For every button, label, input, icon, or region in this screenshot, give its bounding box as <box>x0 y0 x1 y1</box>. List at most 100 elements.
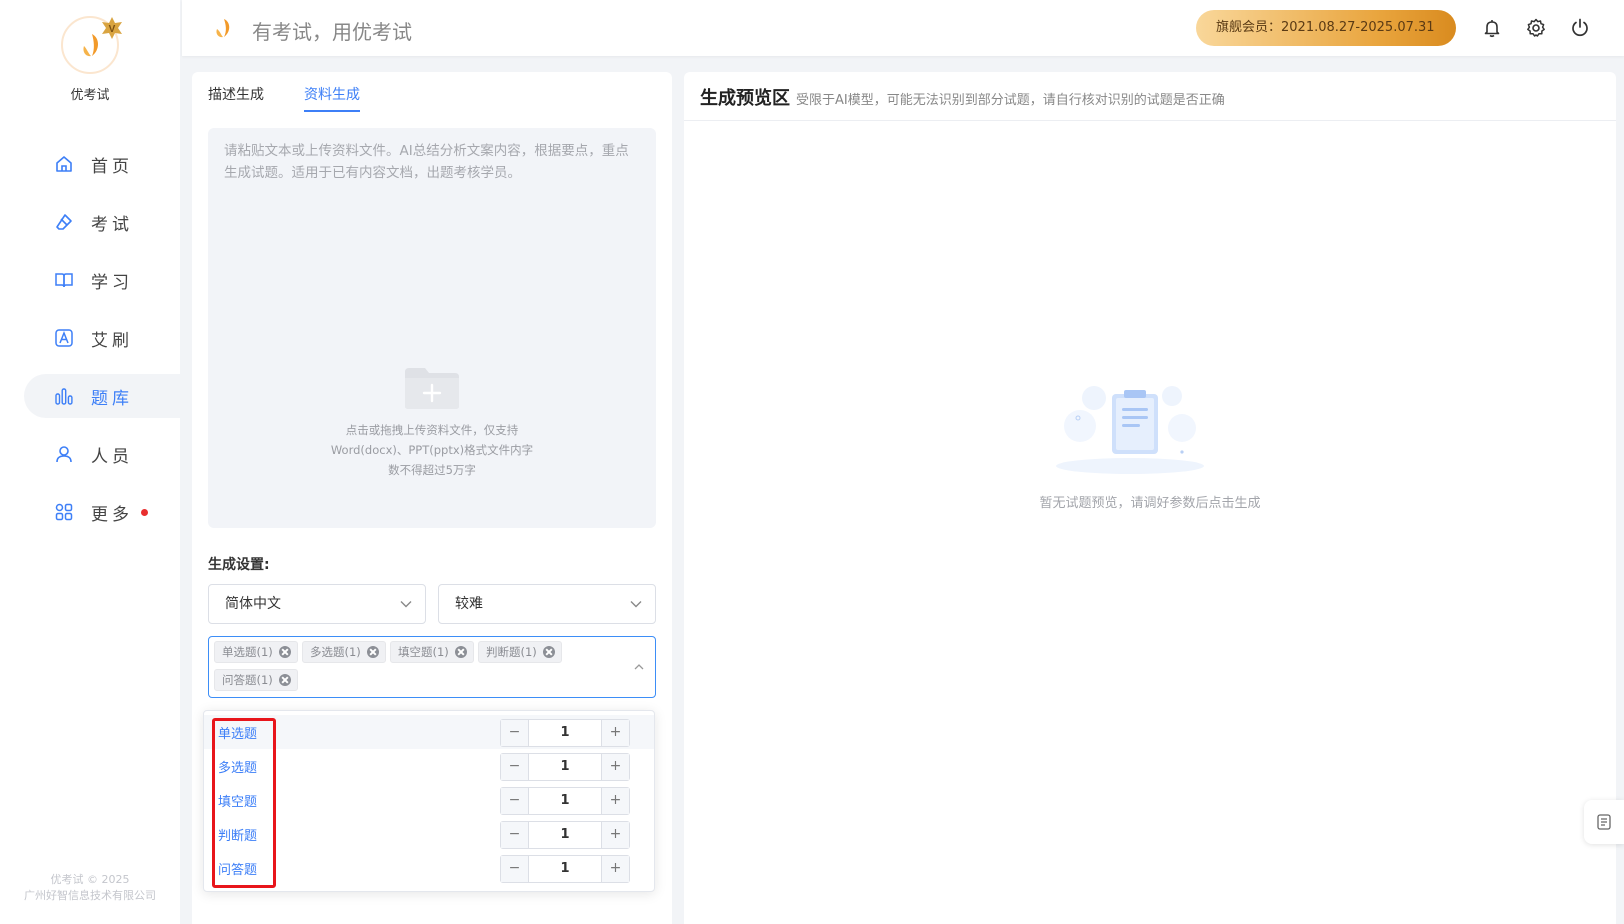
bar-chart-icon <box>55 388 73 405</box>
power-icon[interactable] <box>1570 18 1590 38</box>
home-icon <box>56 156 72 172</box>
nav-item-question-bank[interactable]: 题库 <box>24 374 180 418</box>
upload-folder-icon[interactable] <box>403 364 461 410</box>
tag-label: 填空题(1) <box>398 645 449 659</box>
empty-state-text: 暂无试题预览，请调好参数后点击生成 <box>1039 496 1261 511</box>
settings-label: 生成设置: <box>208 557 270 573</box>
apps-icon <box>55 503 73 521</box>
quantity-input[interactable]: 1 <box>529 822 601 848</box>
decrement-button[interactable]: − <box>501 788 529 814</box>
decrement-button[interactable]: − <box>501 856 529 882</box>
highlight-annotation-box <box>212 718 276 888</box>
question-type-tag: 单选题(1) <box>214 641 298 663</box>
material-input-area[interactable]: 请粘贴文本或上传资料文件。AI总结分析文案内容，根据要点，重点生成试题。适用于已… <box>208 128 656 528</box>
upload-hint-line: 数不得超过5万字 <box>388 463 476 477</box>
leaf-logo-icon <box>216 19 230 38</box>
vip-membership-badge[interactable]: 旗舰会员：2021.08.27-2025.07.31 <box>1196 10 1456 46</box>
increment-button[interactable]: + <box>601 754 629 780</box>
floating-notes-button[interactable] <box>1584 800 1624 844</box>
question-type-tag: 问答题(1) <box>214 669 298 691</box>
preview-subtitle: 受限于AI模型，可能无法识别到部分试题，请自行核对识别的试题是否正确 <box>796 93 1225 108</box>
document-icon <box>1597 814 1611 830</box>
copyright-line: 优考试 © 2025 <box>50 873 130 886</box>
textarea-placeholder: 请粘贴文本或上传资料文件。AI总结分析文案内容，根据要点，重点生成试题。适用于已… <box>224 143 629 181</box>
bell-icon[interactable] <box>1482 18 1502 38</box>
nav-item-exam[interactable]: 考试 <box>24 200 180 244</box>
quantity-stepper[interactable]: − 1 + <box>500 753 630 781</box>
increment-button[interactable]: + <box>601 788 629 814</box>
quantity-input[interactable]: 1 <box>529 788 601 814</box>
decrement-button[interactable]: − <box>501 822 529 848</box>
gear-icon[interactable] <box>1526 18 1546 38</box>
top-header: 有考试，用优考试 旗舰会员：2021.08.27-2025.07.31 <box>182 0 1624 56</box>
upload-hint-line: 点击或拖拽上传资料文件，仅支持 <box>345 423 519 437</box>
nav-item-people[interactable]: 人员 <box>24 432 180 476</box>
nav-label: 人员 <box>91 446 133 467</box>
question-type-tag: 填空题(1) <box>390 641 474 663</box>
quantity-input[interactable]: 1 <box>529 856 601 882</box>
close-circle-icon[interactable] <box>543 646 555 658</box>
difficulty-select[interactable]: 较难 <box>438 584 656 624</box>
increment-button[interactable]: + <box>601 856 629 882</box>
upload-hint-line: Word(docx)、PPT(pptx)格式文件内字 <box>330 443 534 457</box>
language-value: 简体中文 <box>225 596 281 612</box>
divider <box>684 120 1616 121</box>
sidebar: V 优考试 首页 考试 学习 艾刷 题库 人员 更多 优考试 © 2025 广州… <box>0 0 180 924</box>
svg-text:V: V <box>109 24 116 35</box>
nav-label: 艾刷 <box>91 330 133 351</box>
notification-dot <box>141 508 148 516</box>
quantity-input[interactable]: 1 <box>529 754 601 780</box>
upload-hint: 点击或拖拽上传资料文件，仅支持 Word(docx)、PPT(pptx)格式文件… <box>208 420 656 480</box>
copyright: 优考试 © 2025 广州好智信息技术有限公司 <box>0 872 180 904</box>
active-tab-indicator <box>304 110 360 112</box>
close-circle-icon[interactable] <box>279 674 291 686</box>
nav-item-study[interactable]: 学习 <box>24 258 180 302</box>
decrement-button[interactable]: − <box>501 720 529 746</box>
close-circle-icon[interactable] <box>455 646 467 658</box>
app-name: 优考试 <box>70 88 110 103</box>
quantity-stepper[interactable]: − 1 + <box>500 855 630 883</box>
quantity-stepper[interactable]: − 1 + <box>500 821 630 849</box>
tab-describe-generate[interactable]: 描述生成 <box>208 84 264 104</box>
book-icon <box>55 273 73 288</box>
nav-label: 更多 <box>91 504 133 525</box>
nav-item-aishua[interactable]: 艾刷 <box>24 316 180 360</box>
vip-crown-icon: V <box>102 17 122 39</box>
chevron-up-icon[interactable] <box>633 661 645 673</box>
chevron-down-icon <box>400 601 412 608</box>
increment-button[interactable]: + <box>601 720 629 746</box>
slogan: 有考试，用优考试 <box>252 20 412 44</box>
increment-button[interactable]: + <box>601 822 629 848</box>
nav-label: 学习 <box>91 272 133 293</box>
close-circle-icon[interactable] <box>367 646 379 658</box>
letter-a-icon <box>55 329 73 347</box>
quantity-stepper[interactable]: − 1 + <box>500 787 630 815</box>
user-icon <box>56 446 72 463</box>
question-type-multiselect[interactable]: 单选题(1) 多选题(1) 填空题(1) 判断题(1) 问答题(1) <box>208 636 656 698</box>
close-circle-icon[interactable] <box>279 646 291 658</box>
tag-label: 判断题(1) <box>486 645 537 659</box>
difficulty-value: 较难 <box>455 596 483 612</box>
question-type-tag: 多选题(1) <box>302 641 386 663</box>
quantity-input[interactable]: 1 <box>529 720 601 746</box>
nav-label: 题库 <box>91 388 133 409</box>
leaf-logo-icon <box>83 34 98 57</box>
preview-panel: 生成预览区 受限于AI模型，可能无法识别到部分试题，请自行核对识别的试题是否正确… <box>684 72 1616 924</box>
tag-label: 多选题(1) <box>310 645 361 659</box>
preview-title: 生成预览区 <box>700 88 790 109</box>
nav-item-home[interactable]: 首页 <box>24 142 180 186</box>
nav-label: 考试 <box>91 214 133 235</box>
eraser-icon <box>56 214 72 230</box>
nav-label: 首页 <box>91 156 133 177</box>
question-type-tag: 判断题(1) <box>478 641 562 663</box>
chevron-down-icon <box>630 601 642 608</box>
tag-label: 问答题(1) <box>222 673 273 687</box>
language-select[interactable]: 简体中文 <box>208 584 426 624</box>
nav-item-more[interactable]: 更多 <box>24 490 180 534</box>
company-name: 广州好智信息技术有限公司 <box>24 889 156 902</box>
tab-material-generate[interactable]: 资料生成 <box>304 84 360 104</box>
decrement-button[interactable]: − <box>501 754 529 780</box>
empty-clipboard-illustration <box>1056 386 1204 474</box>
tag-label: 单选题(1) <box>222 645 273 659</box>
quantity-stepper[interactable]: − 1 + <box>500 719 630 747</box>
